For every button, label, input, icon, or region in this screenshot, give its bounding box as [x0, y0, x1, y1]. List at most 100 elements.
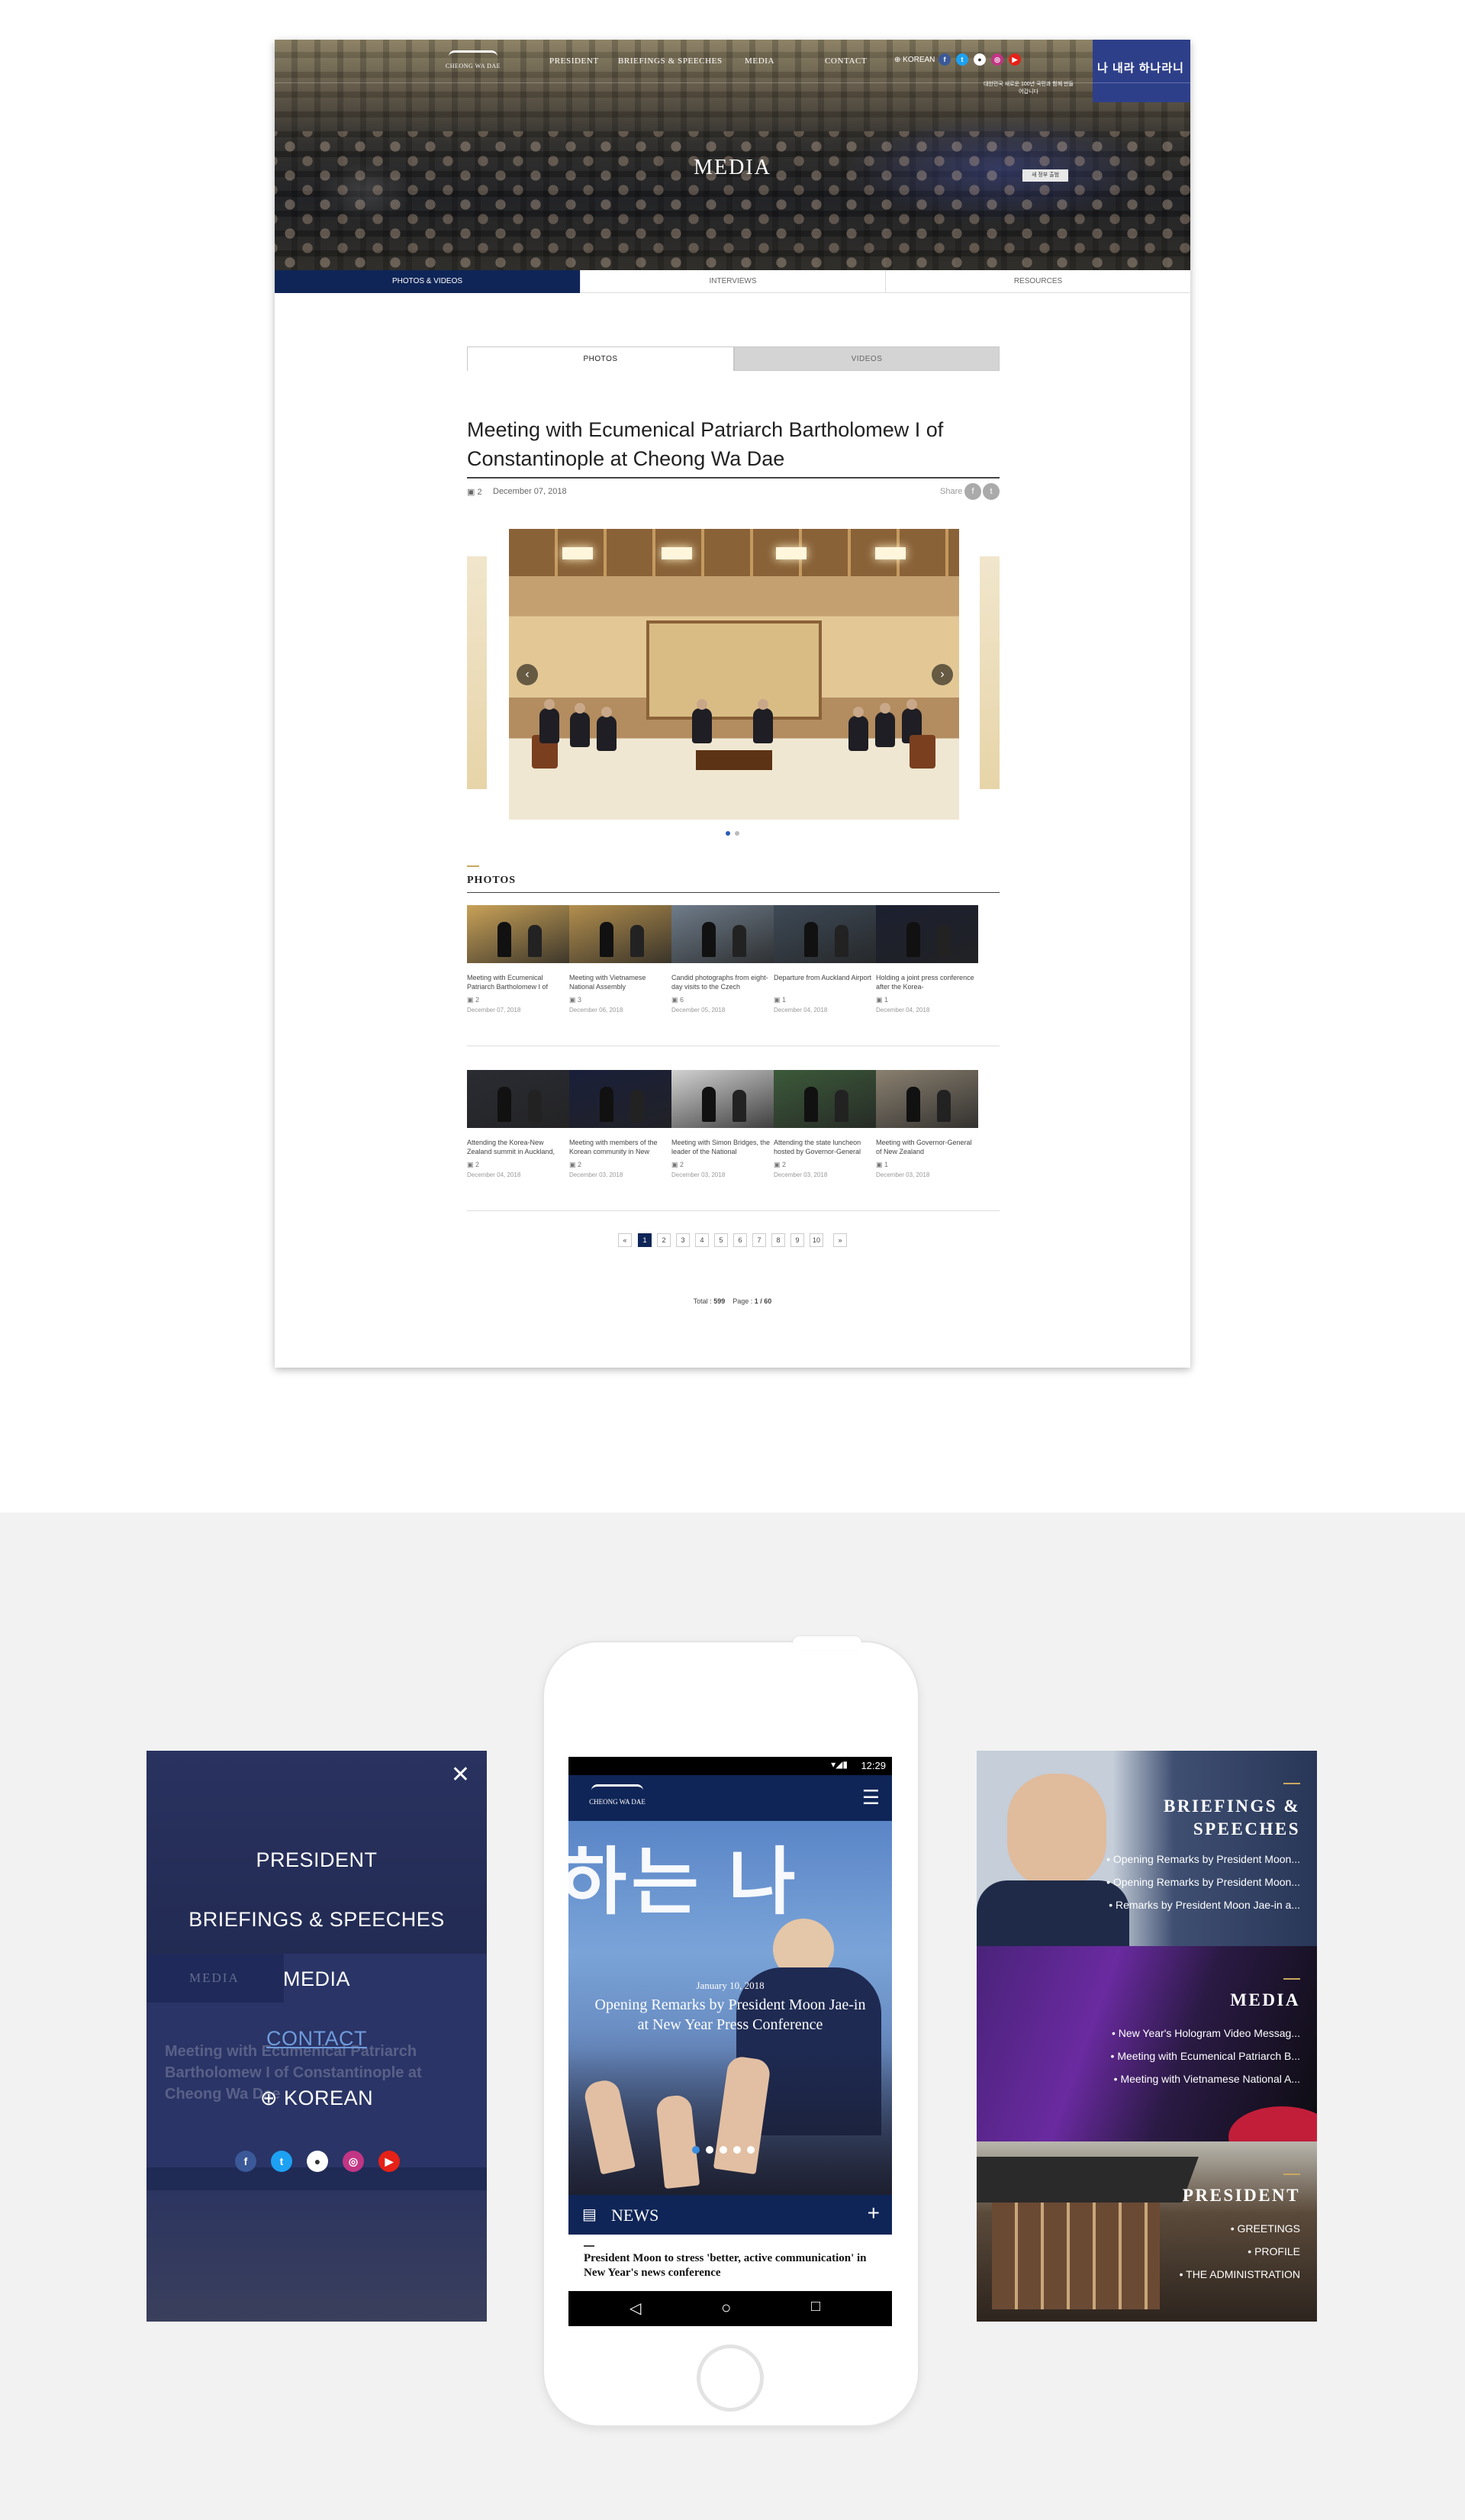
nav-media[interactable]: MEDIA	[745, 56, 774, 66]
section-briefings[interactable]: BRIEFINGS & SPEECHES • Opening Remarks b…	[977, 1751, 1317, 1946]
photo-caption[interactable]: Attending the state luncheon hosted by G…	[774, 1138, 876, 1156]
pagination-page[interactable]: 9	[790, 1233, 804, 1247]
facebook-icon[interactable]: f	[939, 53, 951, 66]
tab-photos-videos[interactable]: PHOTOS & VIDEOS	[275, 270, 580, 293]
photo-thumbnail[interactable]	[467, 1070, 569, 1128]
photo-card[interactable]: Departure from Auckland Airport ▣ 1 Decemb…	[774, 905, 876, 1013]
photo-thumbnail[interactable]	[569, 905, 671, 963]
pagination-first[interactable]: «	[618, 1233, 632, 1247]
pagination-page[interactable]: 8	[771, 1233, 785, 1247]
nav-president[interactable]: PRESIDENT	[549, 56, 599, 66]
youtube-icon[interactable]: ▶	[1009, 53, 1021, 66]
twitter-icon[interactable]: t	[956, 53, 968, 66]
photo-caption[interactable]: Departure from Auckland Airport	[774, 973, 876, 991]
instagram-icon[interactable]: ◎	[991, 53, 1003, 66]
photo-caption[interactable]: Meeting with Vietnamese National Assembl…	[569, 973, 671, 991]
section-media[interactable]: MEDIA • New Year's Hologram Video Messag…	[977, 1946, 1317, 2141]
twitter-icon[interactable]: t	[271, 2151, 292, 2172]
site-logo[interactable]: CHEONG WA DAE	[444, 50, 502, 69]
slider-dot[interactable]	[747, 2146, 755, 2154]
pagination-page[interactable]: 1	[638, 1233, 652, 1247]
photo-caption[interactable]: Attending the Korea-New Zealand summit i…	[467, 1138, 569, 1156]
photo-thumbnail[interactable]	[876, 1070, 978, 1128]
section-president[interactable]: PRESIDENT • GREETINGS • PROFILE • THE AD…	[977, 2141, 1317, 2322]
menu-item-briefings-speeches[interactable]: BRIEFINGS & SPEECHES	[146, 1908, 487, 1932]
news-headline[interactable]: President Moon to stress 'better, active…	[584, 2251, 877, 2280]
photo-caption[interactable]: Meeting with Ecumenical Patriarch Bartho…	[467, 973, 569, 991]
menu-item-contact[interactable]: CONTACT	[146, 2027, 487, 2051]
briefings-item[interactable]: • Opening Remarks by President Moon...	[1071, 1851, 1300, 1867]
slider-dot[interactable]	[733, 2146, 741, 2154]
photo-thumbnail[interactable]	[671, 1070, 774, 1128]
tab-photos[interactable]: PHOTOS	[467, 346, 734, 371]
phone-home-button[interactable]	[697, 2344, 764, 2412]
tab-interviews[interactable]: INTERVIEWS	[580, 270, 885, 293]
news-bar[interactable]: ▤ NEWS +	[568, 2195, 892, 2235]
briefings-item[interactable]: • Opening Remarks by President Moon...	[1071, 1874, 1300, 1890]
nav-contact[interactable]: CONTACT	[825, 56, 867, 66]
language-switch[interactable]: ⊕ KOREAN	[894, 56, 935, 64]
photo-caption[interactable]: Holding a joint press conference after t…	[876, 973, 978, 991]
slider-dot[interactable]	[706, 2146, 713, 2154]
recents-icon[interactable]: □	[811, 2298, 820, 2315]
menu-item-media[interactable]: MEDIA	[146, 1967, 487, 1991]
photo-caption[interactable]: Meeting with Governor-General of New Zea…	[876, 1138, 978, 1156]
pagination-page[interactable]: 2	[657, 1233, 671, 1247]
photo-thumbnail[interactable]	[774, 905, 876, 963]
photo-card[interactable]: Meeting with Ecumenical Patriarch Bartho…	[467, 905, 569, 1013]
pagination-page[interactable]: 4	[695, 1233, 709, 1247]
president-item[interactable]: • THE ADMINISTRATION	[1071, 2267, 1300, 2282]
briefings-item[interactable]: • Remarks by President Moon Jae-in a...	[1071, 1897, 1300, 1913]
tab-resources[interactable]: RESOURCES	[885, 270, 1190, 293]
pagination-page[interactable]: 6	[733, 1233, 747, 1247]
hamburger-menu-icon[interactable]: ☰	[862, 1786, 880, 1809]
photo-thumbnail[interactable]	[569, 1070, 671, 1128]
photo-caption[interactable]: Meeting with members of the Korean commu…	[569, 1138, 671, 1156]
home-icon[interactable]: ○	[721, 2298, 731, 2318]
slider-next-button[interactable]: ›	[932, 664, 953, 685]
youtube-icon[interactable]: ▶	[378, 2151, 400, 2172]
back-icon[interactable]: ◁	[629, 2299, 641, 2318]
slider-dot[interactable]	[720, 2146, 727, 2154]
pagination-page[interactable]: 3	[676, 1233, 690, 1247]
slider-dot[interactable]	[735, 831, 739, 836]
slider-dot-active[interactable]	[726, 831, 730, 836]
photo-caption[interactable]: Meeting with Simon Bridges, the leader o…	[671, 1138, 774, 1156]
plus-icon[interactable]: +	[868, 2201, 880, 2225]
pagination-page[interactable]: 7	[752, 1233, 766, 1247]
slider-prev-button[interactable]: ‹	[517, 664, 538, 685]
photo-card[interactable]: Attending the Korea-New Zealand summit i…	[467, 1070, 569, 1178]
tab-videos[interactable]: VIDEOS	[734, 346, 1000, 371]
hero-headline[interactable]: Opening Remarks by President Moon Jae-in…	[591, 1995, 869, 2035]
pagination-page[interactable]: 5	[714, 1233, 728, 1247]
president-item[interactable]: • GREETINGS	[1071, 2221, 1300, 2236]
close-icon[interactable]: ✕	[451, 1761, 470, 1788]
media-item[interactable]: • New Year's Hologram Video Messag...	[1071, 2025, 1300, 2041]
photo-thumbnail[interactable]	[876, 905, 978, 963]
menu-language-switch[interactable]: ⊕ KOREAN	[146, 2087, 487, 2110]
twitter-share-icon[interactable]: t	[983, 483, 1000, 500]
pagination-last[interactable]: »	[833, 1233, 847, 1247]
flickr-icon[interactable]: ●	[307, 2151, 328, 2172]
photo-card[interactable]: Candid photographs from eight-day visits…	[671, 905, 774, 1013]
photo-card[interactable]: Meeting with Governor-General of New Zea…	[876, 1070, 978, 1178]
president-item[interactable]: • PROFILE	[1071, 2244, 1300, 2259]
instagram-icon[interactable]: ◎	[343, 2151, 364, 2172]
photo-card[interactable]: Meeting with Simon Bridges, the leader o…	[671, 1070, 774, 1178]
photo-caption[interactable]: Candid photographs from eight-day visits…	[671, 973, 774, 991]
media-item[interactable]: • Meeting with Vietnamese National A...	[1071, 2071, 1300, 2087]
menu-item-president[interactable]: PRESIDENT	[146, 1848, 487, 1872]
facebook-icon[interactable]: f	[235, 2151, 256, 2172]
nav-briefings-speeches[interactable]: BRIEFINGS & SPEECHES	[618, 56, 723, 66]
photo-card[interactable]: Meeting with members of the Korean commu…	[569, 1070, 671, 1178]
photo-thumbnail[interactable]	[467, 905, 569, 963]
flickr-icon[interactable]: ●	[974, 53, 986, 66]
photo-thumbnail[interactable]	[671, 905, 774, 963]
facebook-share-icon[interactable]: f	[964, 483, 981, 500]
photo-thumbnail[interactable]	[774, 1070, 876, 1128]
mobile-logo[interactable]: CHEONG WA DAE	[587, 1784, 648, 1806]
media-item[interactable]: • Meeting with Ecumenical Patriarch B...	[1071, 2048, 1300, 2064]
photo-card[interactable]: Attending the state luncheon hosted by G…	[774, 1070, 876, 1178]
pagination-page[interactable]: 10	[810, 1233, 823, 1247]
photo-card[interactable]: Meeting with Vietnamese National Assembl…	[569, 905, 671, 1013]
